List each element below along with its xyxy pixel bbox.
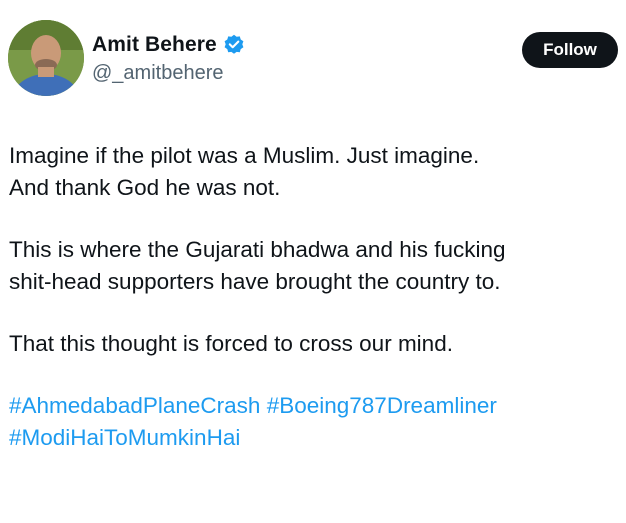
hashtag-link[interactable]: #ModiHaiToMumkinHai: [9, 425, 240, 450]
author-name-row: Amit Behere: [92, 30, 245, 60]
tweet-line: That this thought is forced to cross our…: [9, 331, 453, 356]
tweet-line: Imagine if the pilot was a Muslim. Just …: [9, 143, 480, 168]
tweet-line: And thank God he was not.: [9, 175, 281, 200]
hashtag-link[interactable]: #AhmedabadPlaneCrash: [9, 393, 260, 418]
hashtag-link[interactable]: #Boeing787Dreamliner: [267, 393, 497, 418]
author-handle[interactable]: @_amitbehere: [92, 62, 223, 85]
verified-badge-icon: [223, 34, 245, 56]
hashtag-line: #AhmedabadPlaneCrash #Boeing787Dreamline…: [9, 390, 621, 422]
tweet-line: shit-head supporters have brought the co…: [9, 269, 501, 294]
author-avatar[interactable]: [8, 20, 84, 96]
tweet-header: Amit Behere @_amitbehere Follow: [8, 20, 618, 100]
hashtag-line: #ModiHaiToMumkinHai: [9, 422, 621, 454]
tweet-card: Amit Behere @_amitbehere Follow Imagine …: [0, 0, 626, 523]
author-display-name[interactable]: Amit Behere: [92, 33, 217, 57]
tweet-line: This is where the Gujarati bhadwa and hi…: [9, 237, 506, 262]
user-avatar-photo-icon: [8, 20, 84, 96]
tweet-text: Imagine if the pilot was a Muslim. Just …: [9, 140, 621, 454]
follow-button[interactable]: Follow: [522, 32, 618, 68]
